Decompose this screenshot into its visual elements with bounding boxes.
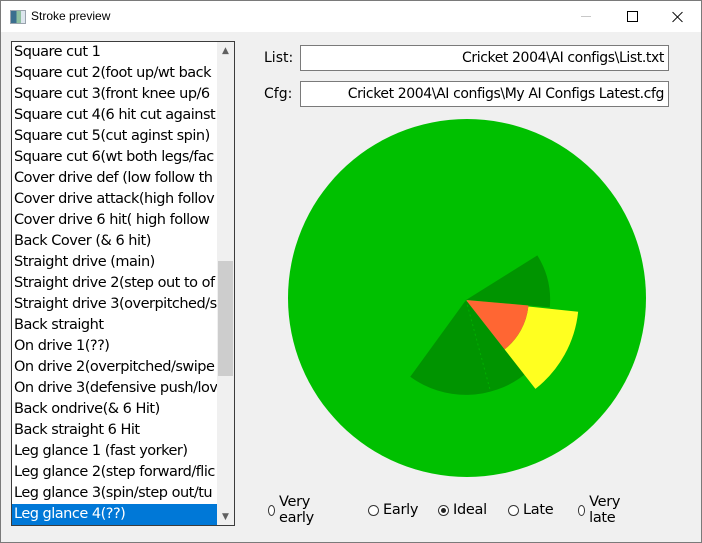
app-icon [10, 10, 26, 24]
radio-label: Ideal [453, 502, 487, 518]
radio-label: Late [523, 502, 554, 518]
maximize-icon [626, 11, 638, 22]
scroll-up-button[interactable]: ▲ [217, 42, 234, 59]
timing-radio-very-late[interactable]: Very late [578, 494, 624, 526]
list-item[interactable]: Square cut 4(6 hit cut against [12, 105, 217, 126]
stroke-listbox[interactable]: Square cut 1 Square cut 2(foot up/wt back… [11, 41, 235, 526]
minimize-icon [581, 16, 591, 17]
stroke-list: Square cut 1 Square cut 2(foot up/wt back… [12, 42, 217, 525]
radio-label: Early [383, 502, 419, 518]
list-item[interactable]: Back ondrive(& 6 Hit) [12, 399, 217, 420]
list-label: List: [264, 50, 294, 66]
list-item[interactable]: Leg glance 2(step forward/flic [12, 462, 217, 483]
list-item[interactable]: Square cut 1 [12, 42, 217, 63]
radio-circle-icon[interactable] [368, 504, 379, 516]
maximize-button[interactable] [609, 1, 655, 32]
radio-label: Very late [589, 494, 621, 526]
list-item[interactable]: Square cut 6(wt both legs/fac [12, 147, 217, 168]
list-item[interactable]: Leg glance 4(??) [12, 504, 217, 525]
radio-circle-icon[interactable] [578, 504, 586, 516]
list-item[interactable]: On drive 1(??) [12, 336, 217, 357]
scroll-down-button[interactable]: ▼ [217, 508, 234, 525]
list-item[interactable]: Straight drive (main) [12, 252, 217, 273]
list-item[interactable]: Square cut 5(cut aginst spin) [12, 126, 217, 147]
list-path-field[interactable]: Cricket 2004\AI configs\List.txt [300, 45, 669, 71]
window-title: Stroke preview [31, 9, 111, 23]
list-item[interactable]: On drive 3(defensive push/lov [12, 378, 217, 399]
list-item[interactable]: Straight drive 3(overpitched/s [12, 294, 217, 315]
list-item[interactable]: Square cut 3(front knee up/6 [12, 84, 217, 105]
list-item[interactable]: Square cut 2(foot up/wt back [12, 63, 217, 84]
radio-label: Very early [278, 494, 314, 526]
list-item[interactable]: Straight drive 2(step out to of [12, 273, 217, 294]
list-scrollbar[interactable]: ▲ ▼ [217, 42, 234, 525]
timing-radio-very-early[interactable]: Very early [268, 494, 318, 526]
radio-circle-icon[interactable] [438, 504, 449, 516]
list-item[interactable]: Leg glance 3(spin/step out/tu [12, 483, 217, 504]
list-item[interactable]: Leg glance 1 (fast yorker) [12, 441, 217, 462]
list-item[interactable]: Cover drive def (low follow th [12, 168, 217, 189]
title-bar[interactable]: Stroke preview [1, 1, 701, 32]
cfg-label: Cfg: [264, 86, 293, 102]
list-item[interactable]: Back Cover (& 6 hit) [12, 231, 217, 252]
scroll-thumb[interactable] [218, 261, 233, 376]
chevron-down-icon: ▼ [222, 511, 229, 522]
chevron-up-icon: ▲ [222, 45, 229, 56]
list-item[interactable]: Cover drive attack(high follov [12, 189, 217, 210]
cfg-path-field[interactable]: Cricket 2004\AI configs\My AI Configs La… [300, 81, 669, 107]
close-button[interactable] [655, 1, 701, 32]
timing-radio-late[interactable]: Late [508, 500, 554, 520]
timing-radio-early[interactable]: Early [368, 500, 418, 520]
list-item[interactable]: Back straight [12, 315, 217, 336]
radio-circle-icon[interactable] [508, 504, 519, 516]
timing-radio-ideal[interactable]: Ideal [438, 500, 487, 520]
list-item[interactable]: On drive 2(overpitched/swipe [12, 357, 217, 378]
radio-circle-icon[interactable] [268, 504, 275, 516]
list-item[interactable]: Back straight 6 Hit [12, 420, 217, 441]
list-item[interactable]: Cover drive 6 hit( high follow [12, 210, 217, 231]
minimize-button[interactable] [563, 1, 609, 32]
close-icon [672, 11, 684, 23]
